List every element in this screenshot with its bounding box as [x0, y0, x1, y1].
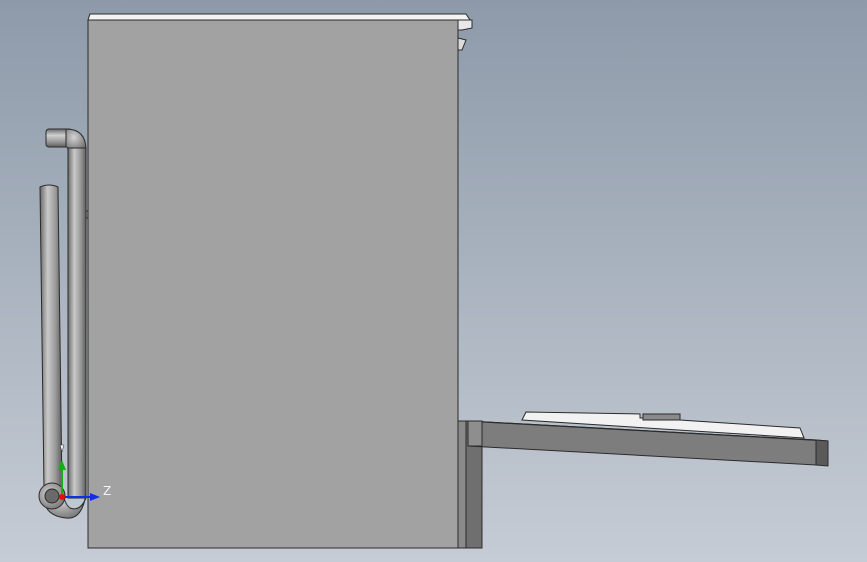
pipe-bottom-fitting-inner	[44, 488, 60, 504]
machine-body[interactable]	[76, 13, 473, 549]
extension-tray[interactable]	[467, 411, 829, 467]
tray-mount	[467, 420, 483, 447]
pipe-vertical-right	[67, 147, 87, 499]
axis-z-label: Z	[103, 484, 112, 498]
pipe-top-elbow	[65, 128, 87, 151]
tray-knob	[642, 413, 681, 421]
top-flange	[457, 19, 473, 31]
top-cover	[87, 13, 471, 21]
tray-end-cap	[815, 439, 829, 467]
body-side-panel	[87, 19, 459, 549]
hinge-detail	[457, 37, 467, 51]
pedestal-edge	[457, 420, 467, 549]
cad-viewport[interactable]	[0, 0, 867, 562]
pipe-vertical-left	[39, 184, 63, 491]
pipe-assembly[interactable]	[38, 128, 87, 519]
